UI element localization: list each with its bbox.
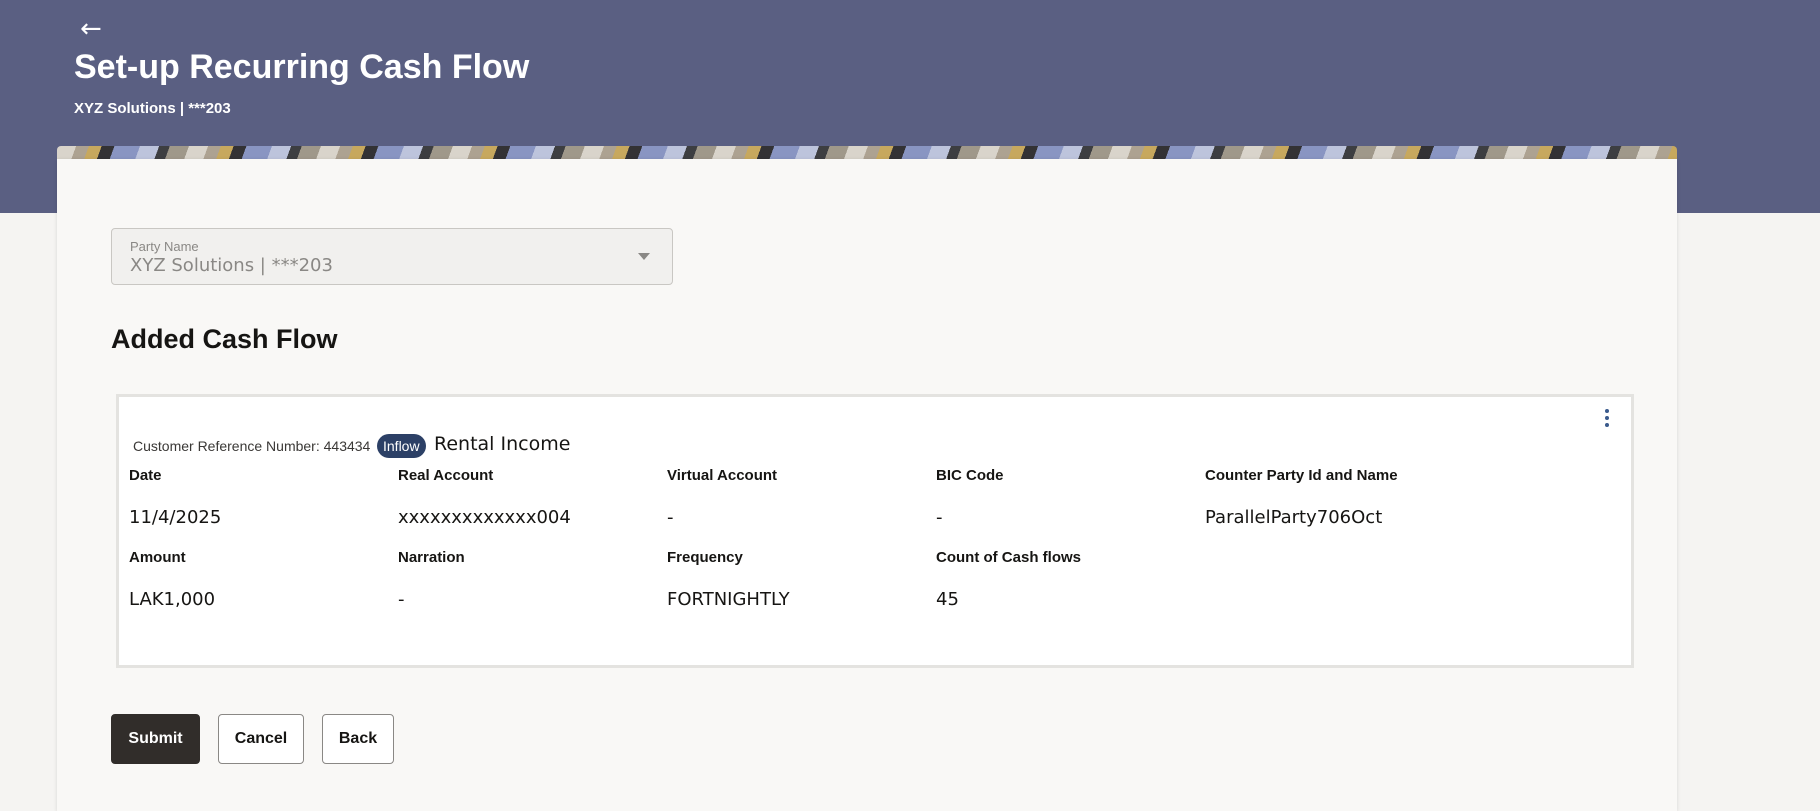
real-account-label: Real Account	[398, 467, 494, 484]
back-button[interactable]: Back	[322, 714, 394, 764]
virtual-account-value: -	[667, 507, 674, 528]
virtual-account-label: Virtual Account	[667, 467, 778, 484]
decorative-banner	[57, 146, 1677, 160]
counter-party-value: ParallelParty706Oct	[1205, 507, 1383, 528]
caret-down-icon	[638, 253, 650, 260]
cancel-button[interactable]: Cancel	[218, 714, 304, 764]
count-value: 45	[936, 589, 959, 610]
party-name-value: XYZ Solutions | ***203	[130, 255, 333, 276]
cash-flow-card: Customer Reference Number: 443434 Inflow…	[116, 394, 1634, 668]
page-title: Set-up Recurring Cash Flow	[74, 48, 530, 86]
inflow-badge: Inflow	[377, 434, 426, 458]
amount-label: Amount	[129, 549, 186, 566]
party-name-label: Party Name	[130, 239, 199, 254]
bic-code-value: -	[936, 507, 943, 528]
submit-button[interactable]: Submit	[111, 714, 200, 764]
page-subtitle: XYZ Solutions | ***203	[74, 100, 231, 117]
more-options-icon[interactable]	[1601, 407, 1613, 431]
narration-label: Narration	[398, 549, 465, 566]
counter-party-label: Counter Party Id and Name	[1205, 467, 1398, 484]
section-title: Added Cash Flow	[111, 324, 338, 354]
party-name-select[interactable]: Party Name XYZ Solutions | ***203	[111, 228, 673, 285]
frequency-label: Frequency	[667, 549, 743, 566]
real-account-value: xxxxxxxxxxxxx004	[398, 507, 571, 528]
date-label: Date	[129, 467, 162, 484]
amount-value: LAK1,000	[129, 589, 216, 610]
bic-code-label: BIC Code	[936, 467, 1004, 484]
frequency-value: FORTNIGHTLY	[667, 589, 790, 610]
cash-flow-name: Rental Income	[434, 433, 571, 455]
date-value: 11/4/2025	[129, 507, 222, 528]
arrow-left-icon[interactable]: ←	[80, 14, 110, 44]
customer-reference: Customer Reference Number: 443434	[133, 438, 371, 454]
narration-value: -	[398, 589, 405, 610]
count-label: Count of Cash flows	[936, 549, 1081, 566]
